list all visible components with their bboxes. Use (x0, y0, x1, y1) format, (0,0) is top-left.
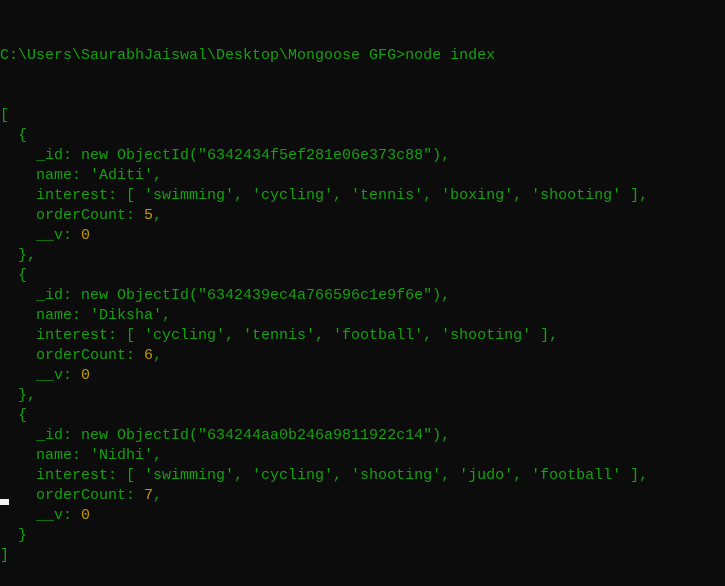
text: { (0, 267, 28, 284)
text: __v: (0, 507, 82, 524)
documents-output: [ { _id: new ObjectId("6342434f5ef281e06… (0, 106, 648, 566)
text: , (153, 487, 163, 504)
text: _id: new ObjectId("6342439ec4a766596c1e9… (0, 287, 451, 304)
order-count-field: orderCount: 6, (0, 346, 648, 366)
interest-field: interest: [ 'swimming', 'cycling', 'tenn… (0, 186, 648, 206)
version-value: 0 (81, 227, 91, 244)
array-open: [ (0, 106, 648, 126)
order-count-field: orderCount: 5, (0, 206, 648, 226)
text: orderCount: (0, 207, 145, 224)
command-line: C:\Users\SaurabhJaiswal\Desktop\Mongoose… (0, 46, 648, 66)
version-value: 0 (81, 367, 91, 384)
version-field: __v: 0 (0, 506, 648, 526)
text: __v: (0, 227, 82, 244)
interest-field: interest: [ 'swimming', 'cycling', 'shoo… (0, 466, 648, 486)
cursor (0, 499, 9, 505)
terminal-output: C:\Users\SaurabhJaiswal\Desktop\Mongoose… (0, 6, 648, 586)
text: __v: (0, 367, 82, 384)
id-field: _id: new ObjectId("634244aa0b246a9811922… (0, 426, 648, 446)
name-field: name: 'Nidhi', (0, 446, 648, 466)
array-close: ] (0, 546, 648, 566)
text: orderCount: (0, 487, 145, 504)
order-count-value: 7 (144, 487, 154, 504)
text: orderCount: (0, 347, 145, 364)
object-close: }, (0, 246, 648, 266)
text: { (0, 407, 28, 424)
order-count-value: 5 (144, 207, 154, 224)
id-field: _id: new ObjectId("6342439ec4a766596c1e9… (0, 286, 648, 306)
text: { (0, 127, 28, 144)
interest-field: interest: [ 'cycling', 'tennis', 'footba… (0, 326, 648, 346)
order-count-value: 6 (144, 347, 154, 364)
text: } (0, 527, 28, 544)
object-open: { (0, 406, 648, 426)
text: _id: new ObjectId("634244aa0b246a9811922… (0, 427, 451, 444)
text: interest: [ 'swimming', 'cycling', 'shoo… (0, 467, 649, 484)
object-open: { (0, 126, 648, 146)
object-close: }, (0, 386, 648, 406)
text: [ (0, 107, 10, 124)
text: , (153, 347, 163, 364)
name-field: name: 'Aditi', (0, 166, 648, 186)
id-field: _id: new ObjectId("6342434f5ef281e06e373… (0, 146, 648, 166)
object-open: { (0, 266, 648, 286)
text: name: 'Aditi', (0, 167, 163, 184)
prompt: C:\Users\SaurabhJaiswal\Desktop\Mongoose… (0, 47, 406, 64)
version-value: 0 (81, 507, 91, 524)
text: ] (0, 547, 10, 564)
text: interest: [ 'swimming', 'cycling', 'tenn… (0, 187, 649, 204)
name-field: name: 'Diksha', (0, 306, 648, 326)
order-count-field: orderCount: 7, (0, 486, 648, 506)
text: }, (0, 387, 37, 404)
text: _id: new ObjectId("6342434f5ef281e06e373… (0, 147, 451, 164)
version-field: __v: 0 (0, 226, 648, 246)
object-close: } (0, 526, 648, 546)
version-field: __v: 0 (0, 366, 648, 386)
text: }, (0, 247, 37, 264)
text: interest: [ 'cycling', 'tennis', 'footba… (0, 327, 559, 344)
text: name: 'Diksha', (0, 307, 172, 324)
text: name: 'Nidhi', (0, 447, 163, 464)
command: node index (405, 47, 496, 64)
text: , (153, 207, 163, 224)
